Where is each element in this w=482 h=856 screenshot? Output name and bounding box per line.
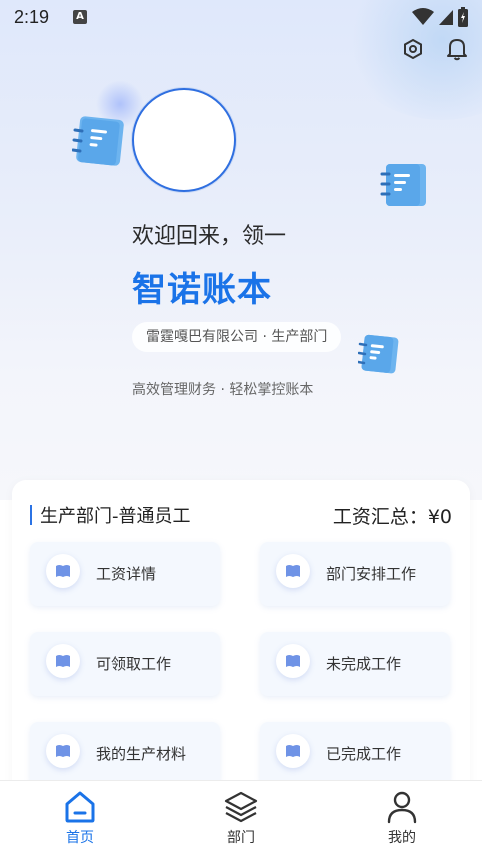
- book-icon: [46, 644, 80, 678]
- user-icon: [387, 791, 417, 824]
- tile-unfinished-work[interactable]: 未完成工作: [260, 632, 450, 696]
- book-icon: [276, 644, 310, 678]
- tile-label: 可领取工作: [96, 655, 172, 673]
- battery-icon: [458, 7, 468, 27]
- tab-label: 部门: [227, 830, 255, 846]
- top-actions: [402, 36, 468, 62]
- tile-my-materials[interactable]: 我的生产材料: [30, 722, 220, 786]
- tab-mine[interactable]: 我的: [342, 781, 462, 856]
- tab-home[interactable]: 首页: [20, 781, 140, 856]
- company-badge: 雷霆嘎巴有限公司 · 生产部门: [132, 322, 342, 352]
- bell-icon[interactable]: [446, 36, 468, 62]
- department-card: 生产部门-普通员工 工资汇总：¥0 工资详情 部门安排工作 可领取工作 未完成工…: [12, 480, 470, 800]
- status-bar: 2:19 A: [0, 0, 482, 34]
- tab-label: 我的: [388, 830, 416, 846]
- salary-total: 工资汇总：¥0: [332, 506, 452, 528]
- status-icons: [412, 7, 468, 27]
- hero-section: [0, 0, 482, 500]
- tile-department-assign[interactable]: 部门安排工作: [260, 542, 450, 606]
- signal-icon: [439, 10, 453, 25]
- notebook-icon: [358, 334, 399, 374]
- tile-label: 未完成工作: [326, 655, 402, 673]
- notebook-icon: [72, 116, 124, 166]
- welcome-text: 欢迎回来，领一: [132, 224, 287, 249]
- tile-label: 我的生产材料: [96, 745, 187, 763]
- notebook-icon: [380, 164, 426, 206]
- book-icon: [46, 554, 80, 588]
- book-icon: [276, 554, 310, 588]
- layers-icon: [224, 791, 258, 823]
- tab-label: 首页: [66, 830, 94, 846]
- home-icon: [65, 791, 95, 823]
- role-title: 生产部门-普通员工: [40, 506, 191, 527]
- settings-icon[interactable]: [402, 36, 424, 62]
- tile-claimable-work[interactable]: 可领取工作: [30, 632, 220, 696]
- slogan-text: 高效管理财务 · 轻松掌控账本: [132, 382, 314, 398]
- status-time: 2:19: [14, 6, 50, 27]
- bottom-tab-bar: 首页 部门 我的: [0, 780, 482, 856]
- wifi-icon: [412, 8, 434, 25]
- avatar[interactable]: [132, 88, 236, 192]
- card-header: 生产部门-普通员工 工资汇总：¥0: [30, 502, 452, 528]
- tab-department[interactable]: 部门: [181, 781, 301, 856]
- book-icon: [276, 734, 310, 768]
- tile-completed-work[interactable]: 已完成工作: [260, 722, 450, 786]
- tile-label: 已完成工作: [326, 745, 402, 763]
- notification-icon: A: [73, 10, 88, 24]
- tile-label: 部门安排工作: [326, 565, 417, 583]
- accent-bar: [30, 505, 32, 525]
- book-icon: [46, 734, 80, 768]
- app-name: 智诺账本: [132, 270, 272, 310]
- tile-salary-details[interactable]: 工资详情: [30, 542, 220, 606]
- tile-label: 工资详情: [96, 565, 157, 583]
